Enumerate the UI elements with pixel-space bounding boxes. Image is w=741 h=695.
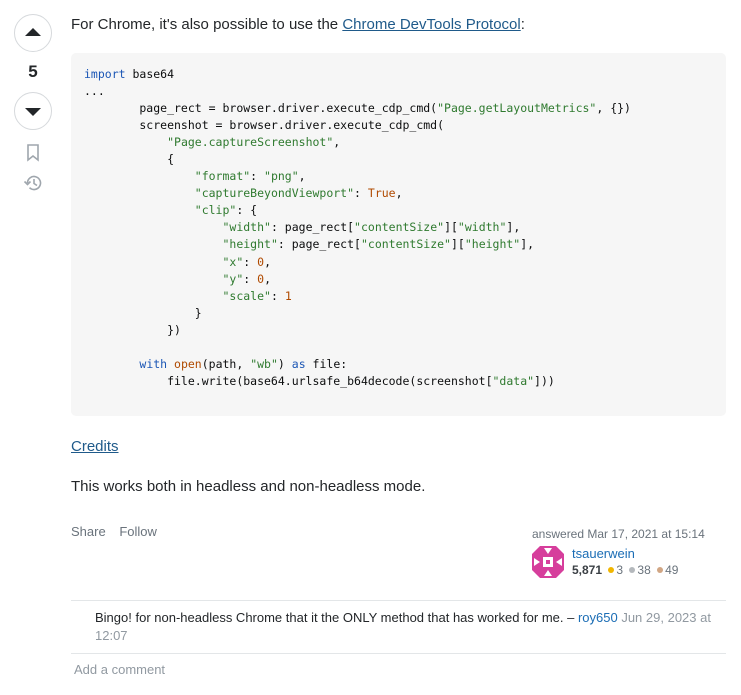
intro-suffix: :	[520, 16, 525, 33]
answered-timestamp: answered Mar 17, 2021 at 15:14	[532, 527, 705, 541]
answer-text: This works both in headless and non-head…	[71, 478, 426, 495]
upvote-button[interactable]	[14, 14, 52, 52]
code-block: import base64 ... page_rect = browser.dr…	[71, 53, 726, 416]
answer-intro: For Chrome, it's also possible to use th…	[71, 15, 525, 35]
silver-badge: 38	[629, 563, 651, 577]
gold-badge: 3	[608, 563, 623, 577]
comments-section: Bingo! for non-headless Chrome that it t…	[71, 600, 726, 654]
history-icon	[23, 175, 42, 191]
bronze-badge: 49	[657, 563, 678, 577]
username-link[interactable]: tsauerwein	[572, 546, 678, 562]
add-comment-link[interactable]: Add a comment	[74, 662, 165, 677]
arrow-down-icon	[25, 108, 41, 116]
bookmark-icon	[27, 144, 39, 162]
vote-column: 5	[14, 14, 56, 192]
user-info: tsauerwein 5,871 3 38 49	[532, 546, 732, 578]
downvote-button[interactable]	[14, 92, 52, 130]
reputation-line: 5,871 3 38 49	[572, 562, 678, 578]
user-signature: answered Mar 17, 2021 at 15:14 tsauerwei…	[532, 527, 732, 578]
history-button[interactable]	[14, 174, 52, 192]
follow-link[interactable]: Follow	[119, 524, 157, 539]
comment-text: Bingo! for non-headless Chrome that it t…	[95, 610, 578, 625]
post-menu: Share Follow	[71, 524, 167, 539]
arrow-up-icon	[25, 28, 41, 36]
intro-text: For Chrome, it's also possible to use th…	[71, 16, 343, 33]
credits-link[interactable]: Credits	[71, 437, 119, 457]
devtools-protocol-link[interactable]: Chrome DevTools Protocol	[342, 16, 520, 33]
comment-user-link[interactable]: roy650	[578, 610, 618, 625]
share-link[interactable]: Share	[71, 524, 106, 539]
bookmark-button[interactable]	[14, 144, 52, 162]
avatar[interactable]	[532, 546, 564, 578]
reputation-score: 5,871	[572, 563, 603, 577]
comment-item: Bingo! for non-headless Chrome that it t…	[71, 601, 726, 654]
vote-count: 5	[28, 62, 38, 81]
